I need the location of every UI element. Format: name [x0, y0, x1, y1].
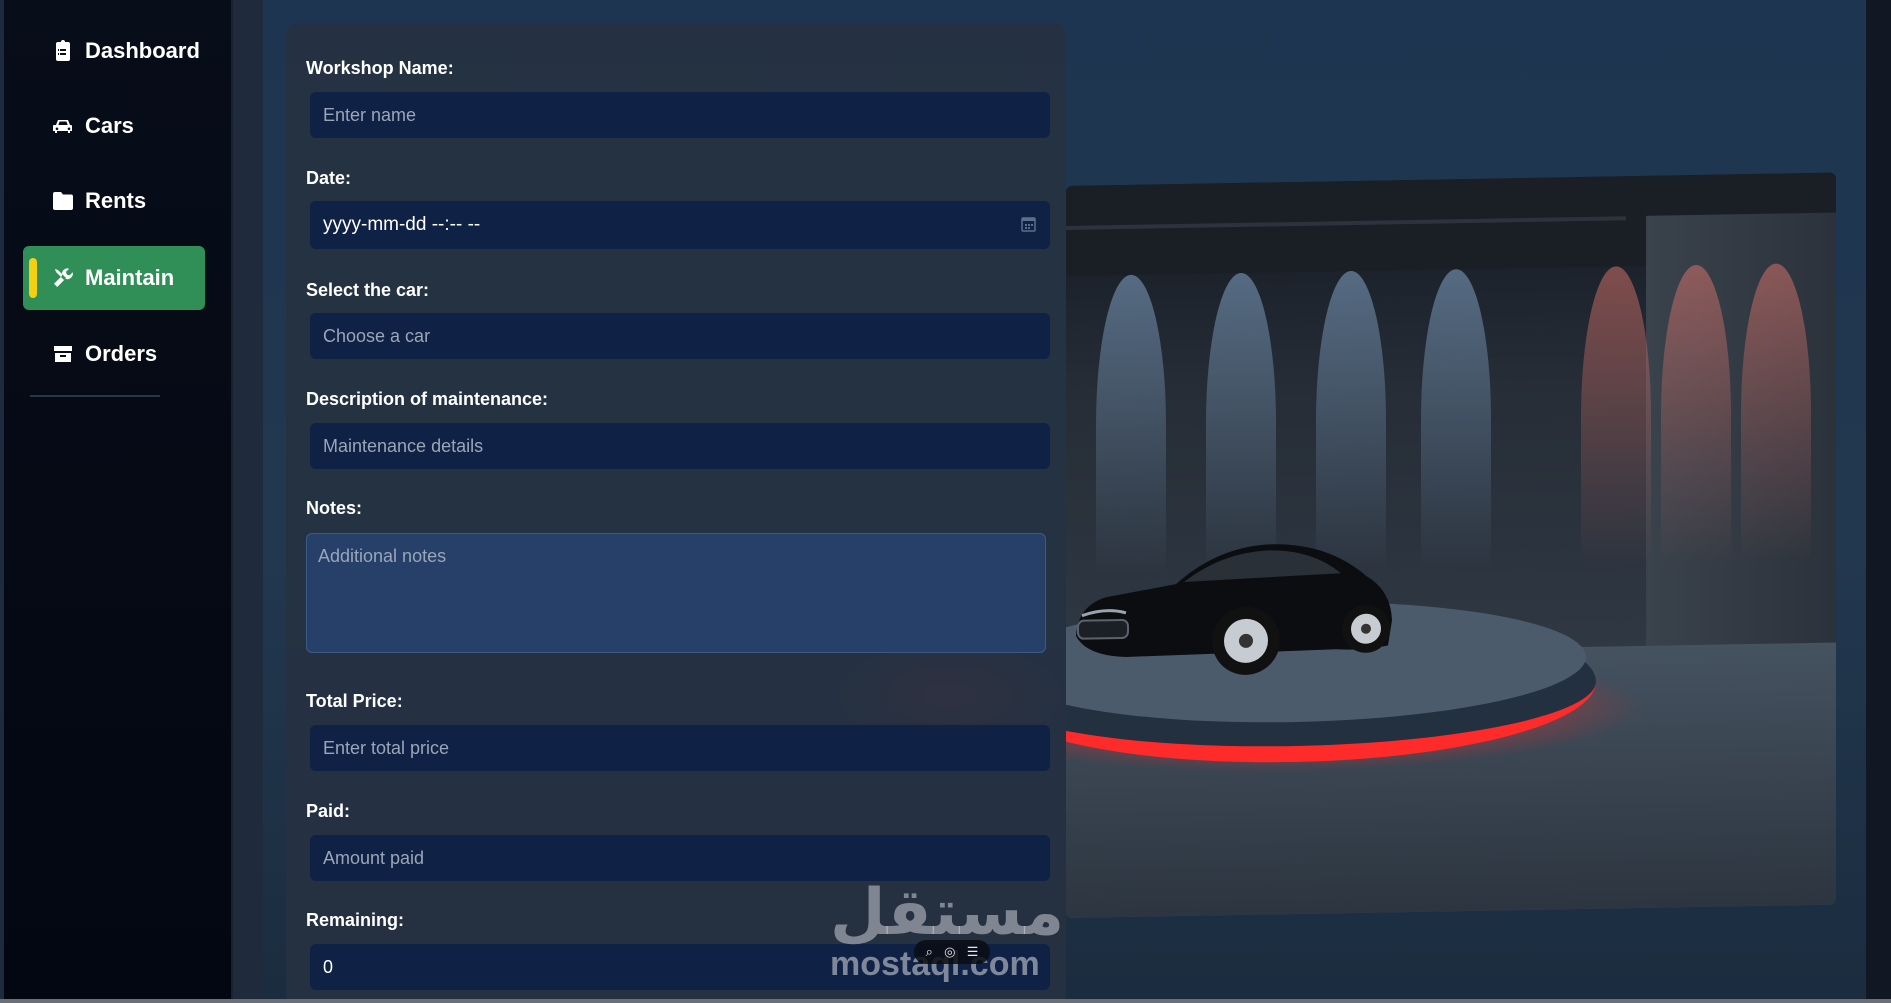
search-icon[interactable]: ⌕: [926, 944, 933, 960]
sidebar-gutter: [233, 0, 263, 999]
window-edge: [1866, 0, 1891, 999]
watermark-toolbar[interactable]: ⌕ ◎ ☰: [914, 940, 990, 964]
date-value: yyyy-mm-dd --:-- --: [323, 214, 481, 235]
spotlight-beam: [1661, 264, 1731, 566]
sidebar-item-label: Dashboard: [85, 38, 200, 63]
select-car-label: Select the car:: [306, 280, 430, 300]
tools-icon: [54, 268, 73, 287]
total-price-input[interactable]: [310, 725, 1050, 771]
showroom-image: [1066, 172, 1836, 919]
view-icon[interactable]: ◎: [944, 944, 955, 960]
menu-icon[interactable]: ☰: [967, 944, 979, 960]
remaining-label: Remaining:: [306, 910, 405, 930]
sidebar-item-label: Rents: [85, 188, 147, 213]
sidebar-item-rents[interactable]: Rents: [23, 169, 205, 233]
box-icon: [54, 346, 72, 362]
spotlight-beam: [1741, 262, 1811, 565]
notes-textarea[interactable]: [306, 533, 1046, 653]
spotlight-beam: [1581, 265, 1651, 568]
notes-label: Notes:: [306, 498, 363, 518]
date-label: Date:: [306, 168, 352, 188]
paid-input[interactable]: [310, 835, 1050, 881]
calendar-icon[interactable]: [1021, 216, 1036, 232]
car-icon: [53, 120, 72, 133]
folder-icon: [53, 192, 73, 210]
sidebar-divider: [30, 395, 160, 397]
maintenance-form: Workshop Name: Date: yyyy-mm-dd --:-- --…: [286, 23, 1066, 999]
sidebar-item-maintain[interactable]: Maintain: [23, 246, 205, 310]
sidebar: Dashboard Cars Rents Maintain Orders: [4, 0, 233, 999]
sidebar-item-label: Orders: [85, 341, 158, 366]
watermark-arabic: مستقل: [830, 876, 1065, 950]
description-label: Description of maintenance:: [306, 389, 549, 409]
sidebar-item-label: Maintain: [85, 265, 175, 290]
select-car-input[interactable]: [310, 313, 1050, 359]
total-price-label: Total Price:: [306, 691, 403, 711]
workshop-name-label: Workshop Name:: [306, 58, 454, 78]
description-input[interactable]: [310, 423, 1050, 469]
sidebar-item-orders[interactable]: Orders: [23, 322, 205, 386]
paid-label: Paid:: [306, 801, 351, 821]
bottom-scrollbar[interactable]: [0, 999, 1891, 1003]
sidebar-item-label: Cars: [85, 113, 134, 138]
car-illustration: [1076, 544, 1392, 675]
sidebar-item-dashboard[interactable]: Dashboard: [23, 19, 205, 83]
date-input[interactable]: yyyy-mm-dd --:-- --: [310, 201, 1050, 249]
workshop-name-input[interactable]: [310, 92, 1050, 138]
clipboard-icon: [56, 40, 70, 61]
spotlight-beam: [1421, 268, 1491, 570]
sidebar-item-cars[interactable]: Cars: [23, 94, 205, 158]
